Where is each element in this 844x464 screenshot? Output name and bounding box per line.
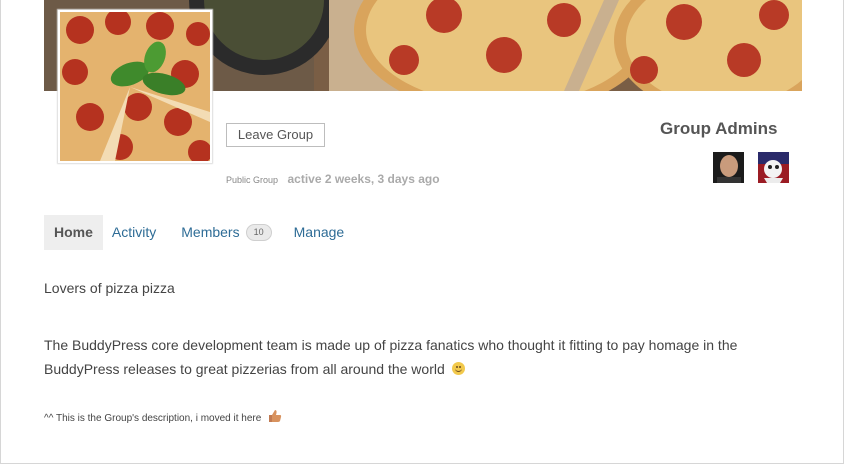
last-active-label: active 2 weeks, 3 days ago: [287, 172, 440, 186]
group-description-title: Lovers of pizza pizza: [44, 280, 175, 296]
group-admins-heading: Group Admins: [660, 119, 778, 138]
smiley-icon: [451, 362, 465, 375]
tab-home-label: Home: [54, 224, 93, 240]
description-note-text: ^^ This is the Group's description, i mo…: [44, 413, 262, 425]
group-description-text: The BuddyPress core development team is …: [44, 333, 784, 381]
leave-group-button[interactable]: Leave Group: [226, 123, 325, 147]
group-type-label: Public Group: [226, 175, 279, 185]
tab-activity-label: Activity: [111, 224, 157, 240]
group-nav: Home Activity Members 10 Manage: [44, 215, 354, 250]
group-meta: Public Group active 2 weeks, 3 days ago: [226, 170, 440, 188]
group-description-paragraph: The BuddyPress core development team is …: [44, 337, 738, 377]
tab-members-label: Members: [181, 224, 240, 240]
tab-members[interactable]: Members 10: [166, 215, 281, 250]
group-avatar[interactable]: [58, 10, 212, 163]
tab-manage-label: Manage: [293, 224, 345, 240]
members-count-badge: 10: [245, 224, 272, 241]
group-description-note: ^^ This is the Group's description, i mo…: [44, 410, 784, 427]
tab-manage[interactable]: Manage: [282, 215, 355, 250]
thumbs-up-icon: [268, 409, 282, 426]
admin-avatar[interactable]: [758, 152, 789, 183]
admin-avatar[interactable]: [713, 152, 744, 183]
tab-home[interactable]: Home: [44, 215, 103, 250]
tab-activity[interactable]: Activity: [103, 215, 166, 250]
